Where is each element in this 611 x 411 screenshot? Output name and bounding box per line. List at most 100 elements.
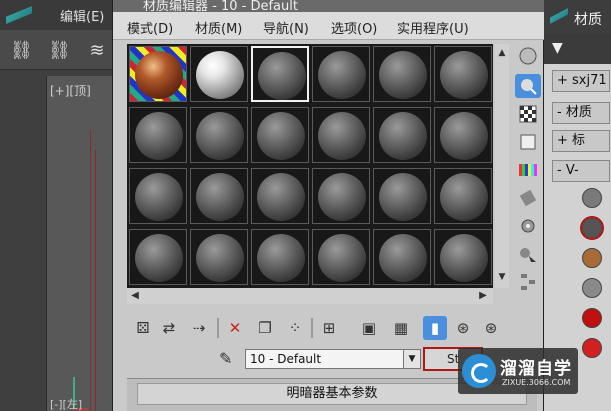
material-sample-slot[interactable] [373, 168, 431, 224]
material-sample-slot[interactable] [190, 46, 248, 102]
material-sample-slot[interactable] [373, 229, 431, 285]
scene-material-row[interactable]: + sxj71 [552, 70, 610, 92]
options-icon[interactable] [515, 214, 541, 238]
background-app-window: 编辑(E) ⛓ ⛓ ≋ [+][顶] [-][左] [0, 0, 120, 411]
watermark-title: 溜溜自学 [500, 359, 572, 379]
material-sample-slot[interactable] [312, 168, 370, 224]
material-sphere-preview [440, 51, 488, 99]
show-map-in-viewport-icon[interactable]: ▦ [389, 316, 413, 340]
material-name-field[interactable]: 10 - Default [245, 349, 405, 369]
editor-title-bar[interactable]: 材质编辑器 - 10 - Default [113, 0, 545, 12]
go-forward-sibling-icon[interactable]: ⊛ [479, 316, 503, 340]
material-sample-slot[interactable] [251, 46, 309, 102]
sample-type-icon[interactable] [515, 44, 541, 68]
material-sphere-preview [379, 51, 427, 99]
material-sample-slot[interactable] [251, 107, 309, 163]
menu-options[interactable]: 选项(O) [331, 18, 377, 37]
viewport-label[interactable]: [+][顶] [50, 82, 91, 99]
vray-group-row[interactable]: - V- [552, 160, 610, 182]
right-panel-toolbar: ▼ [544, 34, 611, 64]
material-sphere-preview [318, 112, 366, 160]
chevron-down-icon[interactable]: ▼ [403, 349, 421, 369]
get-material-icon[interactable]: ⚄ [131, 316, 155, 340]
slots-horizontal-scrollbar[interactable]: ◀ ▶ [127, 288, 493, 304]
eyedropper-icon[interactable]: ✎ [219, 348, 241, 370]
bind-space-warp-icon[interactable]: ≋ [86, 40, 108, 62]
material-sample-slot[interactable] [434, 46, 492, 102]
material-sample-slot[interactable] [312, 229, 370, 285]
menu-edit[interactable]: 编辑(E) [60, 6, 104, 25]
material-id-icon[interactable]: ▣ [357, 316, 381, 340]
material-sphere-preview [196, 112, 244, 160]
material-sphere-preview [379, 112, 427, 160]
material-sphere-preview [135, 112, 183, 160]
app-logo-icon [550, 8, 568, 24]
go-to-parent-icon[interactable]: ⊛ [451, 316, 475, 340]
material-map-navigator-icon[interactable] [515, 270, 541, 294]
viewport-area: [+][顶] [0, 70, 120, 411]
scroll-up-icon[interactable]: ▲ [497, 48, 507, 58]
material-sample-slot[interactable] [190, 229, 248, 285]
put-to-scene-icon[interactable]: ⇄ [157, 316, 181, 340]
material-sphere-preview [379, 234, 427, 282]
material-swatch[interactable] [582, 188, 602, 208]
scroll-right-icon[interactable]: ▶ [477, 290, 489, 302]
material-sphere-preview [196, 234, 244, 282]
material-swatch[interactable] [582, 308, 602, 328]
video-color-check-icon[interactable] [515, 158, 541, 182]
viewport-label-left[interactable]: [-][左] [50, 396, 82, 411]
menu-navigation[interactable]: 导航(N) [263, 18, 309, 37]
material-sample-slot[interactable] [129, 107, 187, 163]
make-unique-icon[interactable]: ⁘ [283, 316, 307, 340]
menu-material[interactable]: 材质(M) [195, 18, 242, 37]
sample-uv-tiling-icon[interactable] [515, 130, 541, 154]
material-sample-slot[interactable] [129, 168, 187, 224]
show-end-result-icon[interactable]: ▮ [423, 316, 447, 340]
reset-map-icon[interactable]: ✕ [223, 316, 247, 340]
material-sample-slot[interactable] [312, 46, 370, 102]
material-swatch[interactable] [582, 278, 602, 298]
material-sample-slot[interactable] [251, 229, 309, 285]
scroll-down-icon[interactable]: ▼ [497, 272, 507, 282]
material-swatch[interactable] [582, 248, 602, 268]
material-sphere-preview [258, 52, 306, 100]
material-sample-slot[interactable] [129, 229, 187, 285]
unlink-icon[interactable]: ⛓ [48, 40, 71, 62]
material-sample-slot[interactable] [251, 168, 309, 224]
make-preview-icon[interactable] [515, 186, 541, 210]
material-swatch[interactable] [582, 338, 602, 358]
backlight-icon[interactable] [515, 74, 541, 98]
watermark: 溜溜自学 ZIXUE.3066.COM [458, 348, 578, 394]
material-sphere-preview [318, 173, 366, 221]
material-sample-slot[interactable] [373, 46, 431, 102]
material-sample-slot[interactable] [312, 107, 370, 163]
filter-icon[interactable]: ▼ [552, 40, 563, 56]
material-sphere-preview [257, 112, 305, 160]
menu-utilities[interactable]: 实用程序(U) [397, 18, 469, 37]
menu-modes[interactable]: 模式(D) [127, 18, 173, 37]
material-sample-slot[interactable] [434, 229, 492, 285]
slots-vertical-scrollbar[interactable]: ▲ ▼ [495, 44, 509, 288]
toolbar-separator [217, 318, 219, 338]
material-sphere-preview [135, 234, 183, 282]
top-viewport[interactable] [46, 76, 120, 411]
material-swatch[interactable] [580, 216, 604, 240]
make-copy-icon[interactable]: ❐ [253, 316, 277, 340]
material-sample-slot[interactable] [129, 46, 187, 102]
background-icon[interactable] [515, 102, 541, 126]
scroll-left-icon[interactable]: ◀ [129, 290, 141, 302]
select-by-material-icon[interactable] [515, 242, 541, 266]
material-sample-slot[interactable] [434, 168, 492, 224]
material-sample-slot[interactable] [434, 107, 492, 163]
put-to-library-icon[interactable]: ⊞ [317, 316, 341, 340]
material-group-row[interactable]: - 材质 [552, 102, 610, 124]
material-sphere-preview [196, 173, 244, 221]
link-icon[interactable]: ⛓ [10, 40, 33, 62]
material-sample-slot[interactable] [190, 107, 248, 163]
editor-menubar: 模式(D) 材质(M) 导航(N) 选项(O) 实用程序(U) [113, 12, 545, 40]
material-sample-slot[interactable] [373, 107, 431, 163]
material-sample-slot[interactable] [190, 168, 248, 224]
assign-to-selection-icon[interactable]: ⇢ [187, 316, 211, 340]
standard-group-row[interactable]: + 标 [552, 130, 610, 152]
right-panel-title-bar[interactable]: 材质 [544, 0, 611, 34]
